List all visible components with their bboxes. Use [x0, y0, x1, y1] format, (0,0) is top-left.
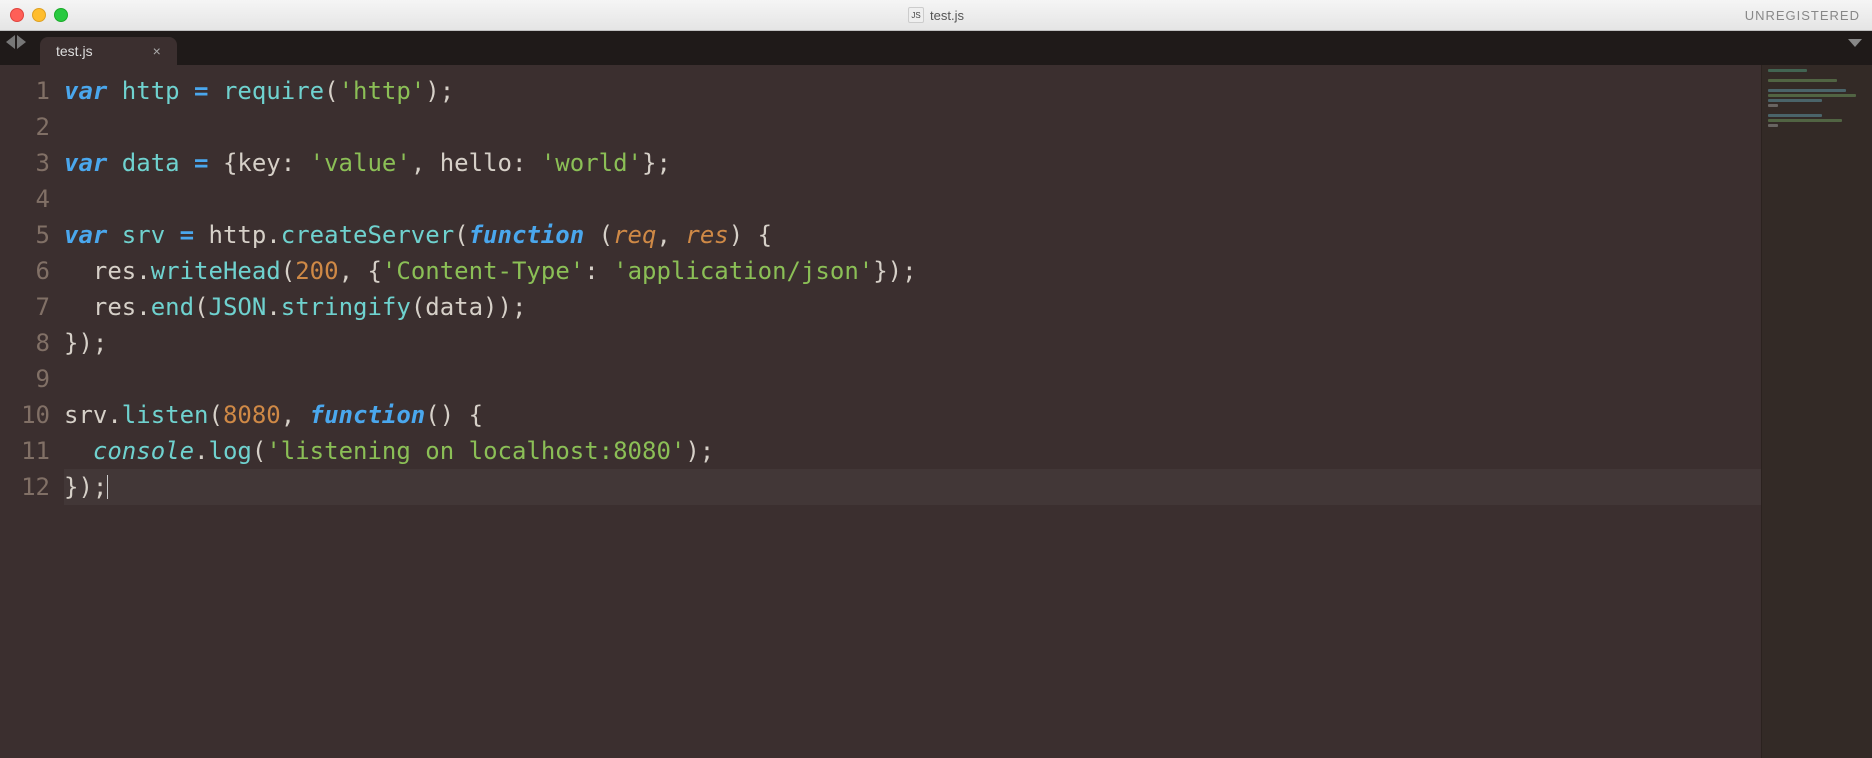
code-line[interactable]: console.log('listening on localhost:8080… — [64, 433, 1872, 469]
history-nav — [6, 25, 32, 65]
nav-forward-button[interactable] — [17, 35, 26, 49]
line-number: 11 — [0, 433, 64, 469]
line-number: 5 — [0, 217, 64, 253]
code-line[interactable] — [64, 181, 1872, 217]
line-number: 12 — [0, 469, 64, 505]
js-file-icon: JS — [908, 7, 924, 23]
line-number: 9 — [0, 361, 64, 397]
line-number-gutter: 123456789101112 — [0, 65, 64, 758]
code-content[interactable]: var http = require('http'); var data = {… — [64, 65, 1872, 758]
code-line[interactable]: res.writeHead(200, {'Content-Type': 'app… — [64, 253, 1872, 289]
line-number: 2 — [0, 109, 64, 145]
window-titlebar: JS test.js UNREGISTERED — [0, 0, 1872, 31]
tab-overflow-button[interactable] — [1848, 39, 1862, 47]
code-line[interactable]: }); — [64, 325, 1872, 361]
line-number: 1 — [0, 73, 64, 109]
code-line[interactable]: srv.listen(8080, function() { — [64, 397, 1872, 433]
line-number: 4 — [0, 181, 64, 217]
registration-status: UNREGISTERED — [1745, 8, 1860, 23]
nav-back-button[interactable] — [6, 35, 15, 49]
minimap[interactable] — [1761, 65, 1872, 758]
tab-close-button[interactable]: × — [153, 44, 161, 58]
code-line[interactable] — [64, 109, 1872, 145]
code-line[interactable] — [64, 361, 1872, 397]
window-title: JS test.js — [908, 7, 964, 23]
line-number: 3 — [0, 145, 64, 181]
tab-label: test.js — [56, 43, 93, 59]
close-window-button[interactable] — [10, 8, 24, 22]
traffic-lights — [0, 8, 68, 22]
minimap-preview — [1768, 69, 1866, 129]
code-line[interactable]: var srv = http.createServer(function (re… — [64, 217, 1872, 253]
zoom-window-button[interactable] — [54, 8, 68, 22]
code-line[interactable]: res.end(JSON.stringify(data)); — [64, 289, 1872, 325]
tab-test-js[interactable]: test.js × — [40, 37, 177, 65]
editor-area[interactable]: 123456789101112 var http = require('http… — [0, 65, 1872, 758]
minimize-window-button[interactable] — [32, 8, 46, 22]
text-cursor — [107, 475, 108, 499]
code-line[interactable]: var http = require('http'); — [64, 73, 1872, 109]
line-number: 7 — [0, 289, 64, 325]
code-line[interactable]: var data = {key: 'value', hello: 'world'… — [64, 145, 1872, 181]
tab-bar: test.js × — [0, 31, 1872, 65]
line-number: 6 — [0, 253, 64, 289]
window-title-text: test.js — [930, 8, 964, 23]
code-line[interactable]: }); — [64, 469, 1872, 505]
line-number: 10 — [0, 397, 64, 433]
line-number: 8 — [0, 325, 64, 361]
